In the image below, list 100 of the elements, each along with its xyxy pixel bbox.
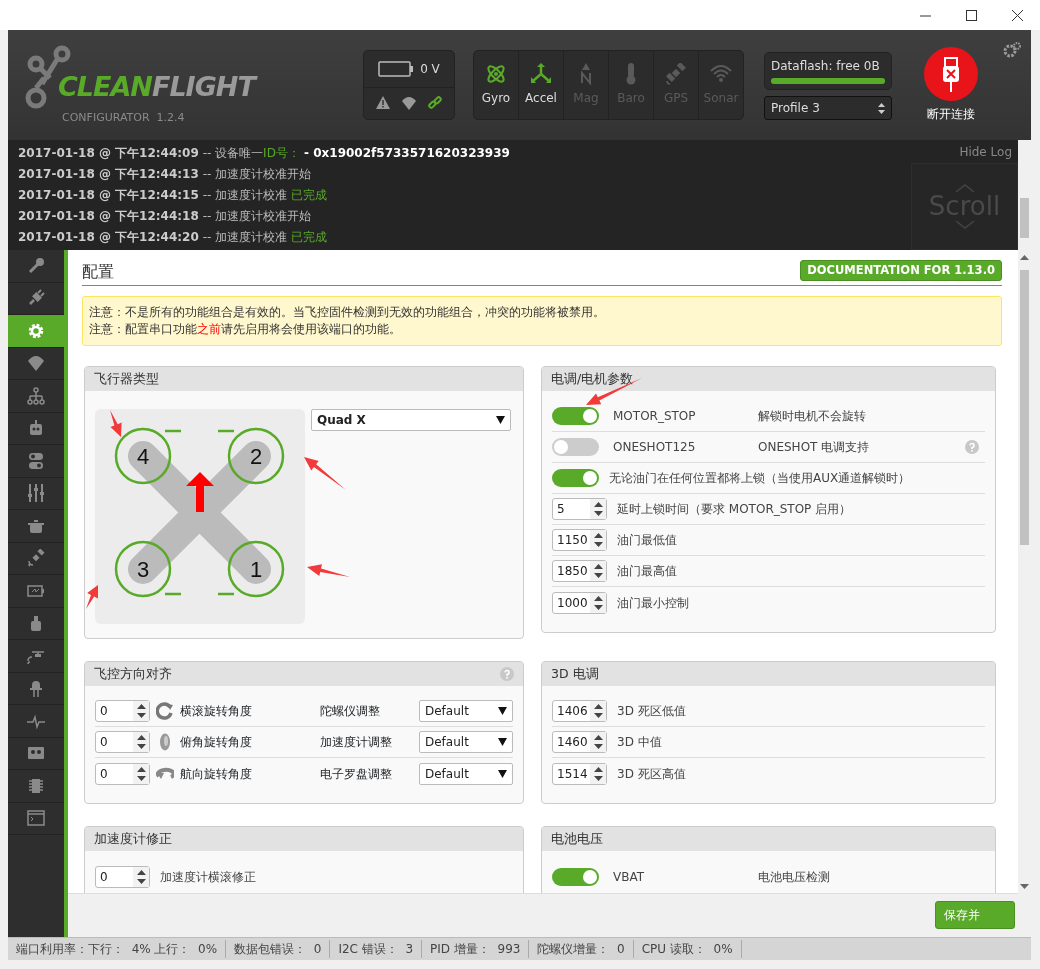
toggle-switch[interactable] (552, 407, 599, 426)
row-label: 油门最高值 (617, 563, 677, 581)
spinner-arrows-icon (593, 735, 603, 750)
dataflash-status: Dataflash: free 0B (764, 52, 892, 90)
spinner-arrows-icon (593, 766, 603, 781)
sidebar-tab[interactable] (8, 315, 64, 348)
status-text: PID 增量： 993 (422, 940, 530, 958)
number-field[interactable]: 5 (552, 498, 607, 521)
row-label: 延时上锁时间（要求 MOTOR_STOP 启用） (617, 501, 852, 519)
row-label: 3D 中值 (617, 734, 662, 752)
toggle-icon (27, 451, 45, 470)
log-line: 2017-01-18 @ 下午12:44:20 -- 加速度计校准 已完成 (18, 229, 328, 246)
robot-icon (27, 419, 45, 438)
number-field[interactable]: 1000 (552, 591, 607, 614)
annotation-arrow (304, 457, 346, 490)
scroll-down-icon[interactable] (1020, 883, 1029, 891)
feature-description: ONESHOT 电调支持 (758, 439, 870, 457)
hierarchy-icon (27, 386, 45, 405)
panel-title: 飞控方向对齐 (94, 664, 172, 683)
sensor-indicator: Gyro (474, 51, 519, 119)
hide-log-link[interactable]: Hide Log (959, 143, 1012, 161)
status-text: 端口利用率：下行： 4% 上行： 0% (8, 940, 227, 958)
spinner-arrows-icon (136, 735, 146, 750)
annotation-arrow (86, 585, 98, 609)
panel-title: 电调/电机参数 (551, 369, 634, 388)
spinner-arrows-icon (136, 869, 146, 884)
roll-rotation-icon (156, 702, 174, 721)
caret-icon (498, 707, 507, 716)
number-field[interactable]: 0 (95, 700, 150, 723)
terminal-icon (27, 809, 45, 828)
status-text: 数据包错误： 0 (226, 940, 331, 958)
battery-icon (378, 61, 415, 77)
quad-x-diagram: 4 2 3 1 (95, 409, 305, 625)
led-icon (27, 679, 45, 698)
version-text: CONFIGURATOR 1.2.4 (62, 109, 186, 126)
status-text: CPU 读取： 0% (633, 940, 742, 958)
maximize-icon (965, 9, 977, 21)
number-field[interactable]: 1460 (552, 731, 607, 754)
updown-caret-icon (878, 102, 885, 114)
close-icon (1011, 9, 1023, 21)
row-label: 陀螺仪调整 (320, 703, 380, 721)
warning-icon (376, 96, 390, 109)
toggle-switch[interactable] (552, 469, 599, 488)
settings-icon (27, 321, 45, 340)
panel-title: 电池电压 (551, 829, 603, 848)
alignment-select[interactable]: Default (419, 700, 513, 723)
parachute-icon (27, 354, 45, 373)
feature-description: 解锁时电机不会旋转 (758, 408, 866, 426)
disconnect-usb-icon[interactable] (924, 47, 978, 101)
alignment-select[interactable]: Default (419, 762, 513, 785)
row-label: 加速度计横滚修正 (160, 868, 256, 886)
profile-select[interactable]: Profile 3 (764, 96, 892, 120)
scroll-up-icon[interactable] (1020, 254, 1029, 262)
panel-title: 飞行器类型 (94, 369, 159, 388)
number-field[interactable]: 1850 (552, 560, 607, 583)
page-title: 配置 (82, 262, 114, 282)
disconnect-label[interactable]: 断开连接 (927, 105, 975, 123)
caret-icon (498, 769, 507, 778)
number-field[interactable]: 0 (95, 731, 150, 754)
log-line: 2017-01-18 @ 下午12:44:13 -- 加速度计校准开始 (18, 166, 313, 183)
voltage-reading: 0 V (420, 61, 440, 78)
chip-icon (27, 776, 45, 795)
number-field[interactable]: 1406 (552, 700, 607, 723)
chevron-up-icon (954, 184, 975, 193)
row-label: 加速度计调整 (320, 734, 392, 752)
parachute-icon (402, 95, 416, 110)
feature-name: ONESHOT125 (613, 439, 697, 457)
feature-name: MOTOR_STOP (613, 408, 697, 426)
spinner-arrows-icon (136, 766, 146, 781)
note-text: 注意：不是所有的功能组合是有效的。当飞控固件检测到无效的功能组合，冲突的功能将被禁用。 (89, 304, 606, 322)
alignment-select[interactable]: Default (419, 731, 513, 754)
number-field[interactable]: 1514 (552, 762, 607, 785)
row-label: 航向旋转角度 (180, 765, 253, 783)
log-line: 2017-01-18 @ 下午12:44:18 -- 加速度计校准开始 (18, 208, 313, 225)
row-label: 俯角旋转角度 (180, 734, 253, 752)
number-field[interactable]: 1150 (552, 529, 607, 552)
row-label: 油门最低值 (617, 532, 677, 550)
sensor-indicator: Accel (519, 51, 564, 119)
caret-icon (498, 738, 507, 747)
settings-icon[interactable] (1003, 42, 1021, 58)
panel-title: 3D 电调 (551, 664, 599, 683)
feature-description: 无论油门在任何位置都将上锁（当使用AUX通道解锁时） (609, 470, 911, 488)
status-text: I2C 错误： 3 (330, 940, 423, 958)
row-label: 3D 死区高值 (617, 765, 686, 783)
satellite-icon (27, 549, 45, 568)
toggle-switch[interactable] (552, 867, 599, 886)
number-field[interactable]: 0 (95, 762, 150, 785)
row-label: 3D 死区低值 (617, 703, 686, 721)
mixer-select[interactable]: Quad X (311, 409, 511, 432)
spinner-arrows-icon (593, 502, 603, 517)
spinner-arrows-icon (136, 704, 146, 719)
feature-description: 电池电压检测 (758, 868, 830, 886)
log-line: 2017-01-18 @ 下午12:44:15 -- 加速度计校准 已完成 (18, 187, 328, 204)
number-field[interactable]: 0 (95, 865, 150, 888)
row-label: 横滚旋转角度 (180, 703, 253, 721)
status-text: 陀螺仪增量： 0 (529, 940, 634, 958)
row-label: 油门最小控制 (617, 594, 689, 612)
toggle-switch[interactable] (552, 438, 599, 457)
feature-name: VBAT (613, 868, 646, 886)
chevron-down-icon (954, 220, 975, 229)
